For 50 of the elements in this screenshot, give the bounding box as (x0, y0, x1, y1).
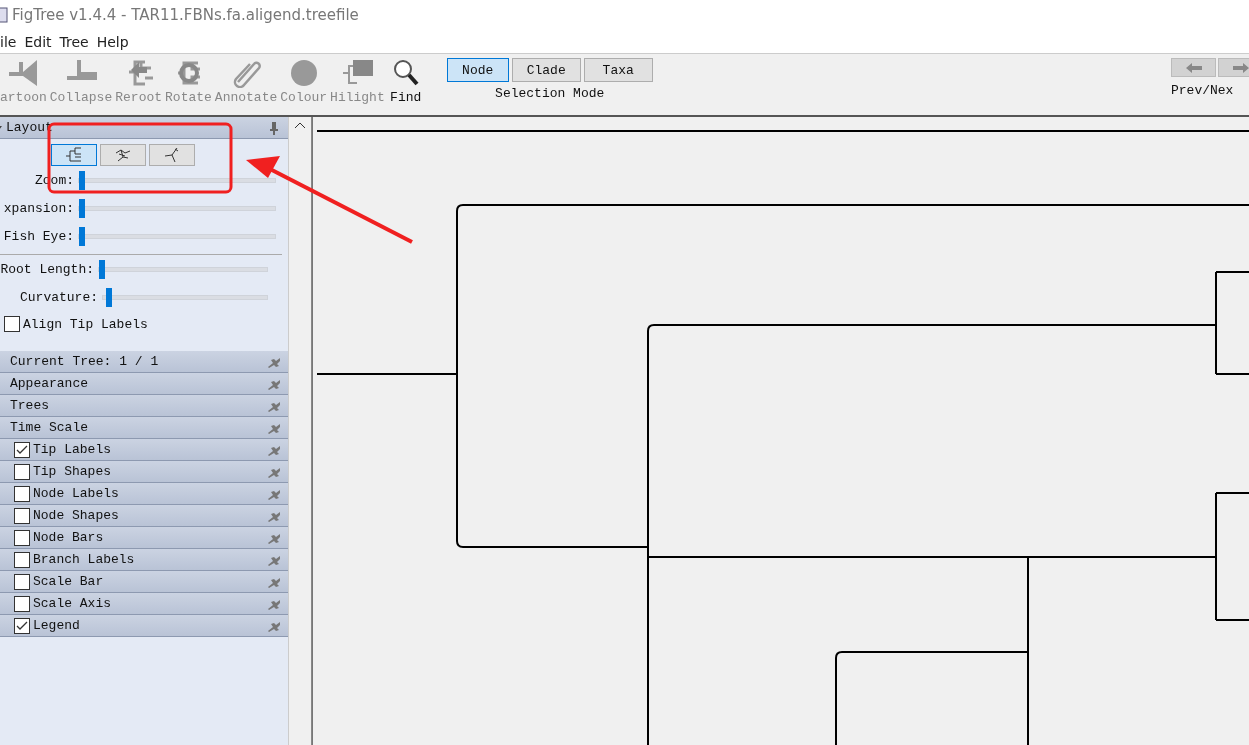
section-header[interactable]: Time Scale (0, 417, 289, 439)
layout-button[interactable] (100, 144, 147, 166)
section-header[interactable]: Node Labels (0, 483, 289, 505)
toolbar-button[interactable]: Find (387, 58, 424, 105)
slider-label: Curvature: (19, 289, 98, 305)
slider-label: Fish Eye: (2, 228, 74, 244)
menu-item[interactable]: Tree (59, 33, 89, 50)
slider-label: xpansion: (2, 200, 74, 216)
left-arrow-icon (1185, 62, 1202, 73)
menu-item[interactable]: ile (0, 33, 17, 50)
section-header[interactable]: Tip Shapes (0, 461, 289, 483)
slider-thumb[interactable] (106, 287, 113, 307)
section-header[interactable]: Legend (0, 615, 289, 637)
section-header[interactable]: Node Bars (0, 527, 289, 549)
checkbox[interactable] (14, 441, 30, 458)
right-arrow-icon (1232, 62, 1249, 73)
checkbox[interactable] (14, 617, 30, 634)
checkbox[interactable] (14, 595, 30, 612)
scroll-up-icon (294, 121, 307, 131)
slider-label: Root Length: (0, 261, 94, 277)
menu-item[interactable]: Edit (24, 33, 52, 50)
section-header[interactable]: Tip Labels (0, 439, 289, 461)
prev-button[interactable] (1171, 58, 1216, 77)
section-header[interactable]: Branch Labels (0, 549, 289, 571)
align-tip-labels-checkbox[interactable]: Align Tip Labels (0, 311, 289, 337)
slider-thumb[interactable] (79, 226, 85, 246)
prev-next-label: Prev/Nex (1171, 83, 1234, 98)
section-header[interactable]: Trees (0, 395, 289, 417)
slider-thumb[interactable] (79, 170, 85, 190)
checkbox[interactable] (14, 529, 30, 546)
layout-button[interactable] (51, 144, 98, 166)
checkbox[interactable] (14, 551, 30, 568)
section-header[interactable]: Appearance (0, 373, 289, 395)
checkbox[interactable] (14, 485, 30, 502)
checkbox[interactable] (14, 573, 30, 590)
checkbox[interactable] (14, 463, 30, 480)
layout-button[interactable] (149, 144, 196, 166)
slider-thumb[interactable] (79, 198, 85, 218)
mode-toggle[interactable]: Node (446, 58, 509, 82)
section-header[interactable]: Scale Axis (0, 593, 289, 615)
mode-toggle[interactable]: Taxa (583, 58, 653, 82)
section-header[interactable]: Node Shapes (0, 505, 289, 527)
selection-mode-label: Selection Mode (495, 86, 605, 101)
section-header[interactable]: Current Tree: 1 / 1 (0, 351, 289, 373)
checkbox[interactable] (14, 507, 30, 524)
section-header[interactable]: Scale Bar (0, 571, 289, 593)
mode-toggle[interactable]: Clade (511, 58, 581, 82)
window-title: FigTree v1.4.4 - TAR11.FBNs.fa.aligend.treefile (12, 6, 359, 24)
menu-item[interactable]: Help (96, 33, 129, 50)
slider-thumb[interactable] (99, 259, 105, 279)
